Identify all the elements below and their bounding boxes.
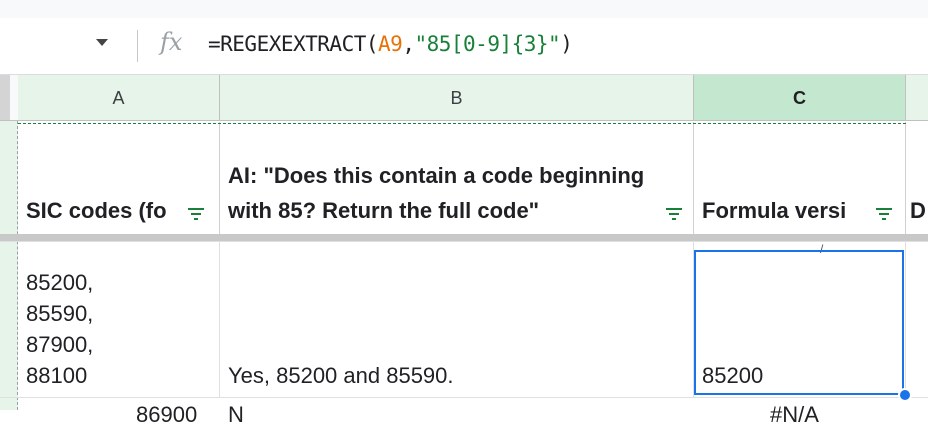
formula-separator: , bbox=[402, 32, 415, 56]
copy-marquee-top bbox=[18, 123, 906, 124]
formula-pattern: "85[0-9]{3}" bbox=[414, 32, 561, 56]
header-cell-d[interactable]: D bbox=[906, 122, 928, 234]
fx-icon: fx bbox=[160, 28, 183, 56]
header-cell-ai-question[interactable]: AI: "Does this contain a code beginning … bbox=[220, 122, 694, 234]
column-header-b[interactable]: B bbox=[220, 75, 694, 121]
cell-value: 85200, 85590, 87900, 88100 bbox=[26, 270, 94, 388]
formula-close: ) bbox=[560, 32, 573, 56]
column-header-a[interactable]: A bbox=[18, 75, 220, 121]
row-border bbox=[0, 397, 928, 398]
header-text: D bbox=[910, 198, 926, 223]
toolbar-strip bbox=[0, 0, 928, 18]
cell-b9[interactable]: Yes, 85200 and 85590. bbox=[220, 242, 694, 397]
fill-handle[interactable] bbox=[898, 388, 912, 402]
cell-value: Yes, 85200 and 85590. bbox=[228, 363, 454, 388]
header-cell-sic-codes[interactable]: SIC codes (fo bbox=[18, 122, 220, 234]
formula-function: =REGEXEXTRACT( bbox=[208, 32, 379, 56]
header-cell-formula-version[interactable]: Formula versi bbox=[694, 122, 906, 234]
column-header-d[interactable] bbox=[906, 75, 928, 121]
select-all-corner[interactable] bbox=[0, 75, 10, 121]
active-cell-selection bbox=[694, 250, 904, 395]
column-header-border bbox=[0, 120, 928, 121]
frozen-rows-divider[interactable] bbox=[0, 234, 928, 241]
formula-cell-ref: A9 bbox=[378, 32, 403, 56]
next-row-cell-b[interactable]: N bbox=[228, 402, 244, 428]
header-text: AI: "Does this contain a code beginning … bbox=[228, 163, 645, 223]
filter-icon[interactable] bbox=[876, 208, 892, 220]
formula-bar-separator bbox=[137, 30, 138, 62]
header-text: SIC codes (fo bbox=[26, 198, 167, 223]
filter-icon[interactable] bbox=[188, 208, 204, 220]
formula-input[interactable]: =REGEXEXTRACT(A9,"85[0-9]{3}") bbox=[208, 32, 573, 56]
row-header-gutter[interactable] bbox=[0, 121, 18, 410]
column-header-c[interactable]: C bbox=[694, 75, 906, 121]
name-box-dropdown-icon[interactable] bbox=[96, 39, 108, 46]
next-row-cell-a[interactable]: 86900 bbox=[136, 402, 197, 428]
filter-icon[interactable] bbox=[666, 208, 682, 220]
next-row-cell-c[interactable]: #N/A bbox=[770, 402, 819, 428]
header-text: Formula versi bbox=[702, 198, 847, 223]
cell-a9[interactable]: 85200, 85590, 87900, 88100 bbox=[18, 242, 220, 397]
